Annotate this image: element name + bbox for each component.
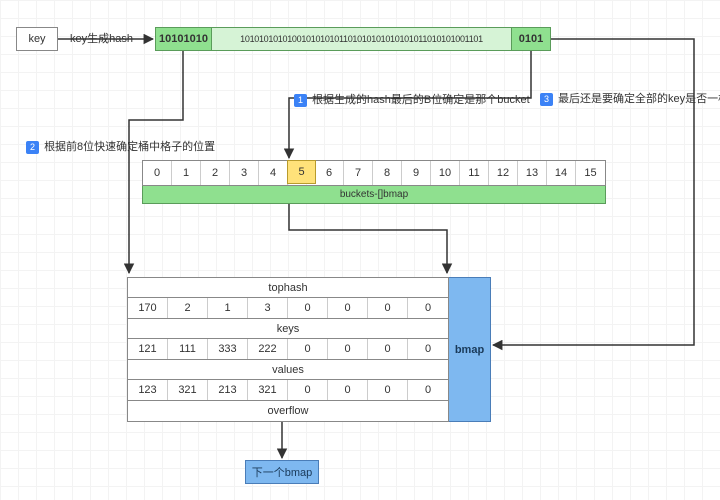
bmap-cell: 0 [368, 380, 408, 400]
next-bmap-label: 下一个bmap [252, 464, 313, 480]
bucket-cell-10: 10 [431, 161, 460, 185]
bmap-header-tophash: tophash [128, 278, 448, 298]
bucket-cell-9: 9 [402, 161, 431, 185]
bmap-cell: 0 [288, 380, 328, 400]
bmap-cell: 111 [168, 339, 208, 359]
key-box: key [16, 27, 58, 51]
step-2-label: 2 根据前8位快速确定桶中格子的位置 [26, 138, 215, 154]
bucket-cell-1: 1 [172, 161, 201, 185]
bucket-cell-15: 15 [576, 161, 605, 185]
bmap-cell: 0 [288, 339, 328, 359]
step-2-badge: 2 [26, 141, 39, 154]
bmap-cell: 0 [408, 380, 448, 400]
bmap-cell: 1 [208, 298, 248, 318]
bucket-cell-13: 13 [518, 161, 547, 185]
bmap-cell: 170 [128, 298, 168, 318]
bmap-row-tophash: 1702130000 [128, 298, 448, 319]
bucket-cell-0: 0 [143, 161, 172, 185]
hash-low-B-bits: 0101 [512, 28, 550, 50]
bmap-table: tophash 1702130000 keys 1211113332220000… [127, 277, 449, 422]
bmap-row-keys: 1211113332220000 [128, 339, 448, 360]
bmap-cell: 0 [368, 298, 408, 318]
bucket-cell-7: 7 [344, 161, 373, 185]
step-3-label: 3 最后还是要确定全部的key是否一样 [540, 90, 720, 106]
step-1-text: 根据生成的hash最后的B位确定是那个bucket [312, 94, 530, 106]
bucket-cell-3: 3 [230, 161, 259, 185]
buckets-array: 0123456789101112131415 buckets-[]bmap [142, 160, 606, 204]
bmap-cell: 321 [248, 380, 288, 400]
buckets-row: 0123456789101112131415 [142, 160, 606, 186]
bmap-cell: 0 [328, 339, 368, 359]
bucket-cell-11: 11 [460, 161, 489, 185]
bmap-side-label: bmap [449, 277, 491, 422]
bucket-cell-12: 12 [489, 161, 518, 185]
bmap-cell: 222 [248, 339, 288, 359]
bmap-cell: 213 [208, 380, 248, 400]
bmap-cell: 2 [168, 298, 208, 318]
bmap-cell: 0 [368, 339, 408, 359]
bmap-header-values: values [128, 360, 448, 380]
bucket-cell-2: 2 [201, 161, 230, 185]
bmap-cell: 0 [408, 339, 448, 359]
bmap-cell: 333 [208, 339, 248, 359]
key-box-label: key [28, 33, 45, 45]
bmap-cell: 123 [128, 380, 168, 400]
bmap-cell: 0 [408, 298, 448, 318]
buckets-caption: buckets-[]bmap [142, 186, 606, 204]
bmap-cell: 0 [328, 298, 368, 318]
bmap-cell: 3 [248, 298, 288, 318]
bmap-cell: 321 [168, 380, 208, 400]
step-2-text: 根据前8位快速确定桶中格子的位置 [44, 141, 215, 153]
bmap-cell: 0 [288, 298, 328, 318]
step-1-badge: 1 [294, 94, 307, 107]
bmap-struct: tophash 1702130000 keys 1211113332220000… [127, 277, 491, 422]
step-3-badge: 3 [540, 93, 553, 106]
hash-high-8bits: 10101010 [156, 28, 212, 50]
next-bmap-box: 下一个bmap [245, 460, 319, 484]
bmap-header-keys: keys [128, 319, 448, 339]
bucket-cell-4: 4 [259, 161, 288, 185]
bucket-cell-6: 6 [315, 161, 344, 185]
hash-value: 10101010 1010101010100101010101101010101… [155, 27, 551, 51]
bucket-cell-14: 14 [547, 161, 576, 185]
step-3-text: 最后还是要确定全部的key是否一样 [558, 93, 720, 105]
bmap-row-values: 1233212133210000 [128, 380, 448, 401]
step-1-label: 1 根据生成的hash最后的B位确定是那个bucket [294, 91, 530, 107]
bmap-header-overflow: overflow [128, 401, 448, 421]
edge-label-keygen: key生成hash [70, 30, 133, 46]
hash-middle-bits: 1010101010100101010101101010101010101011… [212, 28, 512, 50]
bucket-cell-5: 5 [287, 160, 316, 184]
diagram-canvas: key key生成hash 10101010 10101010101001010… [0, 0, 720, 500]
arrow-layer [0, 0, 720, 500]
bmap-cell: 121 [128, 339, 168, 359]
bmap-cell: 0 [328, 380, 368, 400]
bucket-cell-8: 8 [373, 161, 402, 185]
